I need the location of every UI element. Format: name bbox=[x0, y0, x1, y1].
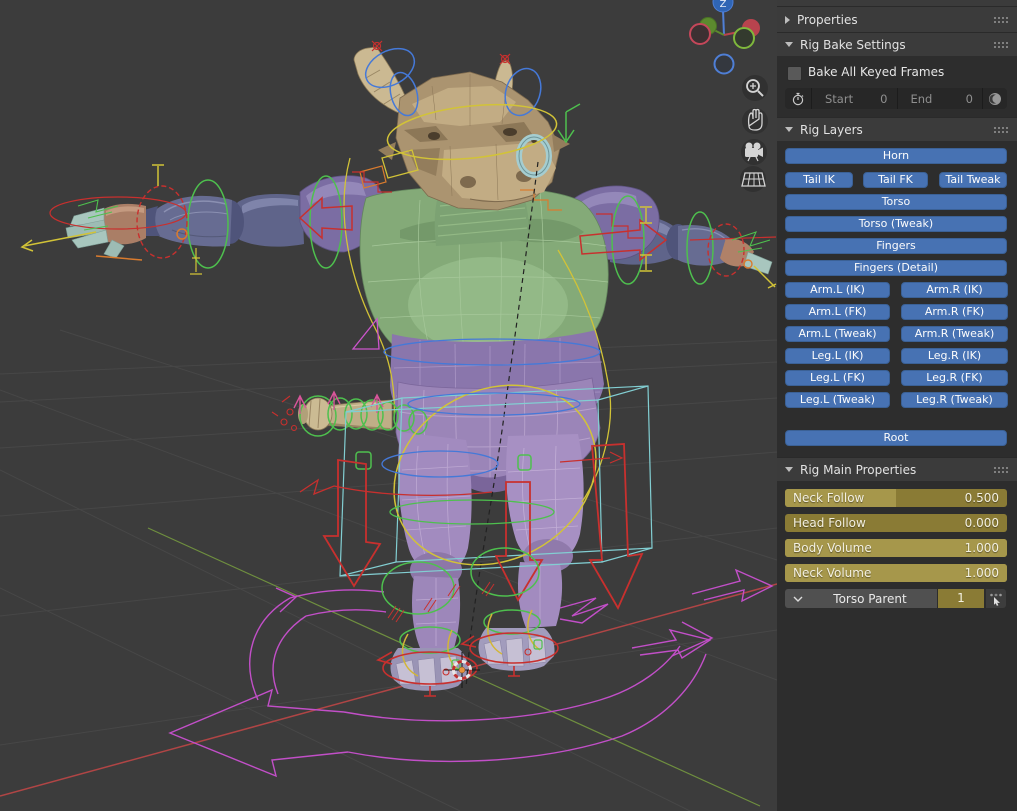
panel-header-rig-bake-settings[interactable]: Rig Bake Settings bbox=[777, 32, 1017, 56]
rig-layer-torso-button[interactable]: Torso bbox=[785, 194, 1007, 210]
end-frame-field[interactable]: End 0 bbox=[898, 88, 984, 109]
torso-parent-picker-button[interactable] bbox=[986, 589, 1006, 608]
start-frame-field[interactable]: Start 0 bbox=[812, 88, 898, 109]
blender-window: Z bbox=[0, 0, 1017, 811]
body-volume-slider[interactable]: Body Volume 1.000 bbox=[785, 539, 1007, 557]
neck-follow-slider[interactable]: Neck Follow 0.500 bbox=[785, 489, 1007, 507]
axis-x-negative-ball[interactable] bbox=[690, 24, 710, 44]
rig-layer-tail-ik-button[interactable]: Tail IK bbox=[785, 172, 853, 188]
clipped-panel-label: Transform bbox=[800, 0, 1017, 3]
torso-parent-value-field[interactable]: 1 bbox=[938, 589, 984, 608]
use-scene-range-button[interactable] bbox=[785, 88, 812, 109]
sidebar-panel: Transform Properties Rig Bake Settings B… bbox=[777, 0, 1017, 811]
rig-layer-leg-r-tweak-button[interactable]: Leg.R (Tweak) bbox=[901, 392, 1008, 408]
rig-layer-horn-button[interactable]: Horn bbox=[785, 148, 1007, 164]
viewport-tools[interactable] bbox=[740, 75, 768, 192]
panel-grip-icon[interactable] bbox=[993, 126, 1009, 134]
rig-layer-leg-r-fk-button[interactable]: Leg.R (FK) bbox=[901, 370, 1008, 386]
rig-layer-arm-r-fk-button[interactable]: Arm.R (FK) bbox=[901, 304, 1008, 320]
slider-value: 0.000 bbox=[965, 514, 999, 532]
slider-value: 1.000 bbox=[965, 539, 999, 557]
decorate-keyframe-icon bbox=[988, 92, 1002, 106]
expand-down-icon bbox=[785, 42, 793, 47]
slider-label: Neck Follow bbox=[793, 489, 864, 507]
panel-grip-icon[interactable] bbox=[993, 16, 1009, 24]
rig-layer-leg-l-fk-button[interactable]: Leg.L (FK) bbox=[785, 370, 890, 386]
bake-all-keyed-frames-label: Bake All Keyed Frames bbox=[808, 65, 944, 79]
rig-layer-leg-l-tweak-button[interactable]: Leg.L (Tweak) bbox=[785, 392, 890, 408]
bone-picker-cursor-icon bbox=[989, 592, 1003, 606]
torso-parent-label: Torso Parent bbox=[803, 592, 937, 606]
rig-layer-fingers-detail-button[interactable]: Fingers (Detail) bbox=[785, 260, 1007, 276]
rig-layer-root-button[interactable]: Root bbox=[785, 430, 1007, 446]
end-value: 0 bbox=[966, 92, 973, 106]
rig-layer-leg-r-ik-button[interactable]: Leg.R (IK) bbox=[901, 348, 1008, 364]
rig-layer-arm-r-ik-button[interactable]: Arm.R (IK) bbox=[901, 282, 1008, 298]
frame-range-row: Start 0 End 0 bbox=[785, 88, 1007, 109]
x-axis-line bbox=[0, 584, 777, 796]
rig-layer-tail-tweak-button[interactable]: Tail Tweak bbox=[939, 172, 1007, 188]
slider-label: Body Volume bbox=[793, 539, 872, 557]
navigation-gizmo[interactable]: Z bbox=[690, 0, 760, 74]
panel-header-rig-layers[interactable]: Rig Layers bbox=[777, 117, 1017, 141]
panel-title-rig-bake-settings: Rig Bake Settings bbox=[800, 38, 906, 52]
pan-hand-tool-button[interactable] bbox=[742, 108, 768, 134]
rig-layer-arm-l-fk-button[interactable]: Arm.L (FK) bbox=[785, 304, 890, 320]
axis-z-negative-ball[interactable] bbox=[715, 55, 734, 74]
slider-label: Neck Volume bbox=[793, 564, 871, 582]
head-follow-slider[interactable]: Head Follow 0.000 bbox=[785, 514, 1007, 532]
panel-title-rig-layers: Rig Layers bbox=[800, 123, 863, 137]
grid-perspective-tool-button[interactable] bbox=[740, 166, 766, 192]
axis-y-negative-ball[interactable] bbox=[734, 28, 754, 48]
rig-layer-tail-fk-button[interactable]: Tail FK bbox=[863, 172, 928, 188]
chevron-down-icon bbox=[793, 596, 803, 602]
zoom-tool-button[interactable] bbox=[742, 75, 768, 101]
start-value: 0 bbox=[880, 92, 887, 106]
viewport-canvas[interactable]: Z bbox=[0, 0, 777, 811]
axis-z-label: Z bbox=[720, 0, 727, 10]
expand-down-icon bbox=[785, 467, 793, 472]
torso-parent-dropdown[interactable]: Torso Parent bbox=[785, 589, 937, 608]
rig-layer-fingers-button[interactable]: Fingers bbox=[785, 238, 1007, 254]
animate-property-toggle[interactable] bbox=[983, 88, 1007, 109]
panel-title-rig-main-properties: Rig Main Properties bbox=[800, 463, 916, 477]
neck-volume-slider[interactable]: Neck Volume 1.000 bbox=[785, 564, 1007, 582]
stopwatch-icon bbox=[791, 92, 805, 106]
3d-viewport[interactable]: Z bbox=[0, 0, 777, 811]
arm-left bbox=[66, 194, 304, 258]
bake-all-keyed-frames-checkbox[interactable] bbox=[787, 66, 802, 81]
panel-grip-icon[interactable] bbox=[993, 466, 1009, 474]
slider-label: Head Follow bbox=[793, 514, 866, 532]
panel-grip-icon[interactable] bbox=[993, 41, 1009, 49]
rig-layer-torso-tweak-button[interactable]: Torso (Tweak) bbox=[785, 216, 1007, 232]
slider-value: 1.000 bbox=[965, 564, 999, 582]
start-label: Start bbox=[825, 92, 853, 106]
expand-right-icon bbox=[785, 16, 790, 24]
rig-layer-arm-l-tweak-button[interactable]: Arm.L (Tweak) bbox=[785, 326, 890, 342]
slider-value: 0.500 bbox=[965, 489, 999, 507]
rig-layer-leg-l-ik-button[interactable]: Leg.L (IK) bbox=[785, 348, 890, 364]
rig-layer-arm-l-ik-button[interactable]: Arm.L (IK) bbox=[785, 282, 890, 298]
expand-down-icon bbox=[785, 127, 793, 132]
panel-header-rig-main-properties[interactable]: Rig Main Properties bbox=[777, 457, 1017, 481]
camera-view-tool-button[interactable] bbox=[741, 139, 767, 165]
panel-title-properties: Properties bbox=[797, 13, 858, 27]
end-label: End bbox=[911, 92, 933, 106]
minotaur-model[interactable] bbox=[66, 47, 772, 691]
rig-layer-arm-r-tweak-button[interactable]: Arm.R (Tweak) bbox=[901, 326, 1008, 342]
panel-header-properties[interactable]: Properties bbox=[777, 6, 1017, 32]
